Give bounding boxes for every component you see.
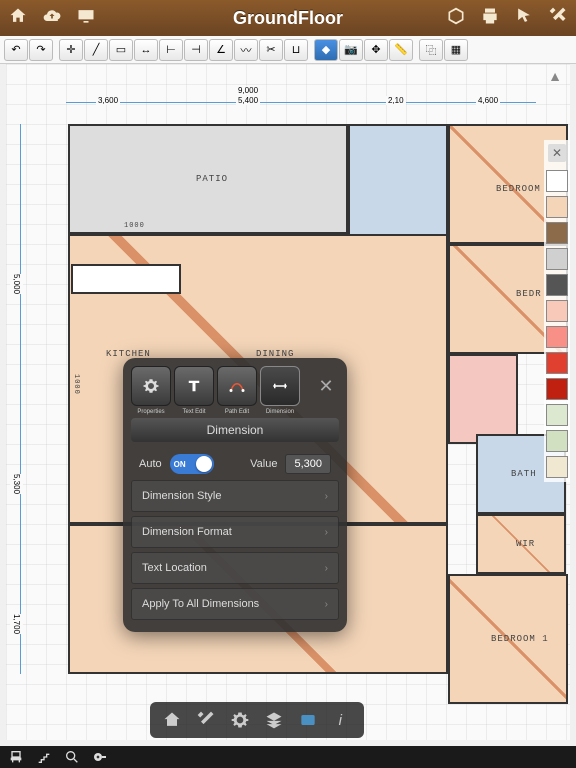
dimension-icon (270, 377, 290, 395)
print-icon[interactable] (480, 6, 500, 31)
swatch[interactable] (546, 300, 568, 322)
swatch[interactable] (546, 352, 568, 374)
swatch[interactable] (546, 274, 568, 296)
gear-icon (141, 377, 161, 395)
tool-rect[interactable]: ▭ (109, 39, 133, 61)
tool-line[interactable]: ╱ (84, 39, 108, 61)
tab-label: Properties (137, 409, 164, 415)
dim-inner: 1000 (124, 222, 145, 230)
auto-toggle[interactable]: ON (170, 454, 214, 474)
cube-icon[interactable] (446, 6, 466, 31)
svg-text:i: i (339, 712, 343, 729)
page-title: GroundFloor (233, 8, 343, 29)
room-label: PATIO (196, 174, 228, 184)
tool-redo[interactable]: ↷ (29, 39, 53, 61)
close-popup-icon[interactable]: ✕ (313, 373, 339, 399)
dim-inner: 1000 (72, 374, 80, 395)
room-label: BEDROOM (496, 184, 541, 194)
chevron-right-icon: › (325, 491, 328, 502)
close-swatches-icon[interactable]: ✕ (548, 144, 566, 162)
cloud-upload-icon[interactable] (42, 6, 62, 31)
display-icon[interactable] (76, 6, 96, 31)
status-chair-icon[interactable] (8, 749, 24, 765)
swatch[interactable] (546, 430, 568, 452)
tool-measure[interactable]: 📏 (389, 39, 413, 61)
tool-trim[interactable]: ✂ (259, 39, 283, 61)
tool-dim2[interactable]: ⊣ (184, 39, 208, 61)
statusbar (0, 746, 576, 768)
status-zoom-icon[interactable] (64, 749, 80, 765)
swatch[interactable] (546, 326, 568, 348)
tools-icon[interactable] (548, 6, 568, 31)
popup-item-style[interactable]: Dimension Style › (131, 480, 339, 512)
dock-gear-icon[interactable] (226, 706, 254, 734)
popup-item-format[interactable]: Dimension Format › (131, 516, 339, 548)
status-stairs-icon[interactable] (36, 749, 52, 765)
value-label: Value (250, 458, 277, 470)
tool-curve[interactable]: 〰 (234, 39, 258, 61)
swatch[interactable] (546, 404, 568, 426)
item-label: Text Location (142, 562, 207, 574)
tool-join[interactable]: ⊔ (284, 39, 308, 61)
tab-path-edit[interactable]: Path Edit (217, 366, 257, 406)
dock-layers-icon[interactable] (260, 706, 288, 734)
swatch[interactable] (546, 170, 568, 192)
bottom-dock: i (150, 702, 364, 738)
chevron-right-icon: › (325, 599, 328, 610)
home-icon[interactable] (8, 6, 28, 31)
room-label: BEDROOM 1 (491, 634, 549, 644)
dock-home-icon[interactable] (158, 706, 186, 734)
item-label: Dimension Style (142, 490, 221, 502)
swatch[interactable] (546, 378, 568, 400)
room-label: BEDR (516, 289, 542, 299)
tool-move[interactable]: ✥ (364, 39, 388, 61)
titlebar: GroundFloor (0, 0, 576, 36)
counter[interactable] (71, 264, 181, 294)
room-label: BATH (511, 469, 537, 479)
toolbar: ↶ ↷ ✛ ╱ ▭ ↔ ⊢ ⊣ ∠ 〰 ✂ ⊔ ◆ 📷 ✥ 📏 ⿻ ▦ (0, 36, 576, 64)
dock-info-icon[interactable]: i (328, 706, 356, 734)
color-swatches: ✕ (544, 140, 570, 482)
swatch[interactable] (546, 456, 568, 478)
popup-item-apply[interactable]: Apply To All Dimensions › (131, 588, 339, 620)
tab-label: Dimension (266, 409, 294, 415)
tool-camera[interactable]: 📷 (339, 39, 363, 61)
status-tape-icon[interactable] (92, 749, 108, 765)
dimension-popup: Properties Text Edit Path Edit Dimension… (123, 358, 347, 632)
tab-text-edit[interactable]: Text Edit (174, 366, 214, 406)
item-label: Apply To All Dimensions (142, 598, 259, 610)
swatch[interactable] (546, 248, 568, 270)
tool-center[interactable]: ✛ (59, 39, 83, 61)
chevron-right-icon: › (325, 563, 328, 574)
toggle-knob (196, 456, 212, 472)
tab-label: Text Edit (182, 409, 205, 415)
room-bedroom1[interactable] (348, 124, 448, 244)
text-icon (184, 377, 204, 395)
tab-label: Path Edit (225, 409, 249, 415)
tool-arrow-h[interactable]: ↔ (134, 39, 158, 61)
tool-select[interactable]: ◆ (314, 39, 338, 61)
tab-dimension[interactable]: Dimension (260, 366, 300, 406)
tool-dim1[interactable]: ⊢ (159, 39, 183, 61)
tool-undo[interactable]: ↶ (4, 39, 28, 61)
tab-properties[interactable]: Properties (131, 366, 171, 406)
auto-label: Auto (139, 458, 162, 470)
toggle-state: ON (174, 460, 186, 469)
value-input[interactable]: 5,300 (285, 454, 331, 474)
dock-library-icon[interactable] (294, 706, 322, 734)
tool-grid[interactable]: ▦ (444, 39, 468, 61)
popup-title: Dimension (131, 418, 339, 442)
popup-item-textloc[interactable]: Text Location › (131, 552, 339, 584)
swatch[interactable] (546, 222, 568, 244)
room-label: WIR (516, 539, 535, 549)
tool-angle[interactable]: ∠ (209, 39, 233, 61)
path-icon (227, 377, 247, 395)
swatch[interactable] (546, 196, 568, 218)
item-label: Dimension Format (142, 526, 232, 538)
dock-tools-icon[interactable] (192, 706, 220, 734)
pointer-icon[interactable] (514, 6, 534, 31)
tool-copy[interactable]: ⿻ (419, 39, 443, 61)
chevron-right-icon: › (325, 527, 328, 538)
room-hall[interactable] (448, 354, 518, 444)
